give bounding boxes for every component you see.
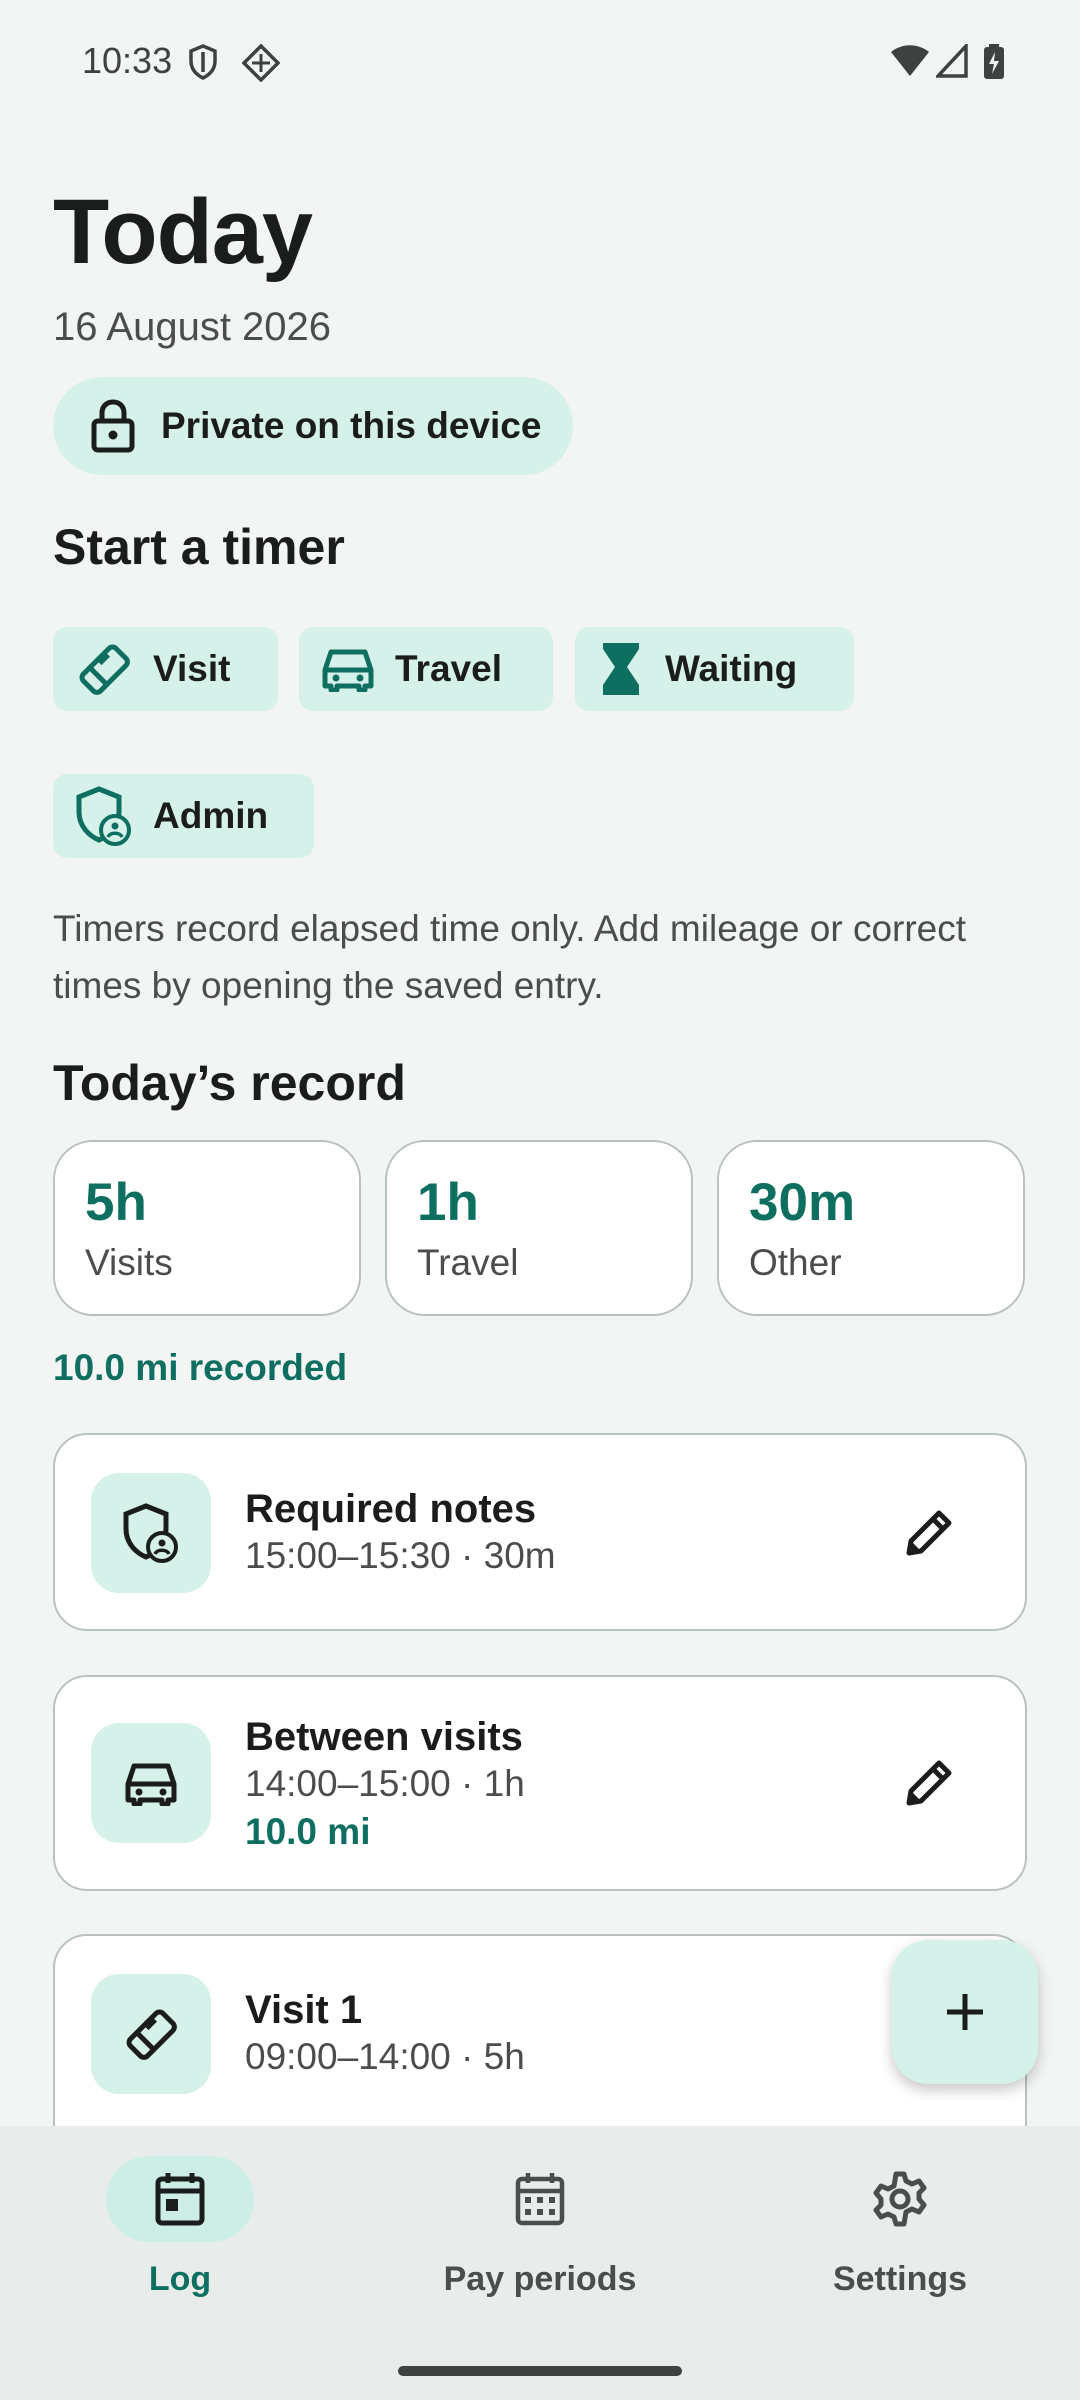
- stat-other: 30m Other: [717, 1140, 1025, 1316]
- wifi-icon: [891, 45, 929, 76]
- entry-card-between-visits[interactable]: Between visits 14:00–15:00 · 1h 10.0 mi: [53, 1675, 1027, 1891]
- entry-time: 14:00–15:00 · 1h: [245, 1763, 525, 1804]
- shield-status-icon: [189, 44, 217, 80]
- entry-card-required-notes[interactable]: Required notes 15:00–15:30 · 30m: [53, 1433, 1027, 1631]
- gear-icon: [873, 2171, 927, 2227]
- privacy-chip[interactable]: Private on this device: [53, 377, 573, 475]
- nav-settings[interactable]: Settings: [720, 2150, 1080, 2300]
- admin-timer-label: Admin: [153, 795, 269, 836]
- nav-settings-label: Settings: [832, 2260, 968, 2298]
- timers-heading: Start a timer: [53, 519, 345, 575]
- nav-settings-indicator: [826, 2156, 974, 2242]
- timers-note: Timers record elapsed time only. Add mil…: [53, 908, 967, 1006]
- handshake-icon: [79, 644, 130, 695]
- entry-time: 15:00–15:30 · 30m: [245, 1535, 556, 1576]
- edit-icon[interactable]: [899, 1753, 959, 1813]
- status-time: 10:33: [82, 40, 173, 81]
- visit-timer-label: Visit: [153, 648, 231, 689]
- nav-pay-periods[interactable]: Pay periods: [360, 2150, 720, 2300]
- nav-pay-periods-indicator: [466, 2156, 614, 2242]
- miles-recorded: 10.0 mi recorded: [53, 1347, 348, 1388]
- entry-icon-box: [91, 1723, 211, 1843]
- car-icon: [125, 1763, 177, 1806]
- admin-shield-icon: [76, 786, 131, 846]
- entry-title: Visit 1: [245, 1988, 363, 2032]
- signal-icon: [936, 44, 968, 78]
- stat-travel-label: Travel: [417, 1242, 519, 1283]
- privacy-chip-label: Private on this device: [161, 405, 542, 446]
- nav-log-label: Log: [148, 2260, 212, 2298]
- record-heading: Today’s record: [53, 1055, 406, 1111]
- entry-title: Between visits: [245, 1715, 523, 1759]
- calendar-grid-icon: [515, 2173, 565, 2226]
- stat-travel: 1h Travel: [385, 1140, 693, 1316]
- stat-other-label: Other: [749, 1242, 842, 1283]
- handshake-icon: [126, 2009, 177, 2060]
- page-date: 16 August 2026: [53, 305, 332, 349]
- nav-pay-periods-label: Pay periods: [443, 2260, 637, 2298]
- entry-time: 09:00–14:00 · 5h: [245, 2036, 525, 2077]
- nav-log[interactable]: Log: [0, 2150, 360, 2300]
- travel-timer-label: Travel: [395, 648, 502, 689]
- entry-icon-box: [91, 1974, 211, 2094]
- add-entry-button[interactable]: [892, 1940, 1038, 2084]
- hourglass-icon: [603, 643, 639, 695]
- stat-travel-value: 1h: [417, 1173, 479, 1232]
- edit-icon[interactable]: [899, 1503, 959, 1563]
- stat-visits-label: Visits: [85, 1242, 173, 1283]
- stat-visits: 5h Visits: [53, 1140, 361, 1316]
- admin-timer-button[interactable]: Admin: [53, 774, 314, 858]
- diamond-status-icon: [242, 44, 280, 82]
- nav-log-indicator: [106, 2156, 254, 2242]
- visit-timer-button[interactable]: Visit: [53, 627, 278, 711]
- car-icon: [322, 649, 374, 692]
- entry-miles: 10.0 mi: [245, 1811, 371, 1852]
- page-title: Today: [53, 181, 313, 283]
- travel-timer-button[interactable]: Travel: [299, 627, 553, 711]
- lock-icon: [91, 399, 135, 453]
- waiting-timer-button[interactable]: Waiting: [575, 627, 854, 711]
- plus-icon: [947, 1994, 983, 2030]
- home-indicator[interactable]: [398, 2366, 682, 2376]
- battery-icon: [984, 44, 1004, 79]
- admin-shield-icon: [123, 1503, 178, 1563]
- entry-title: Required notes: [245, 1487, 537, 1531]
- stat-other-value: 30m: [749, 1173, 856, 1232]
- entry-icon-box: [91, 1473, 211, 1593]
- calendar-icon: [155, 2173, 205, 2226]
- stat-visits-value: 5h: [85, 1173, 147, 1232]
- waiting-timer-label: Waiting: [665, 648, 798, 689]
